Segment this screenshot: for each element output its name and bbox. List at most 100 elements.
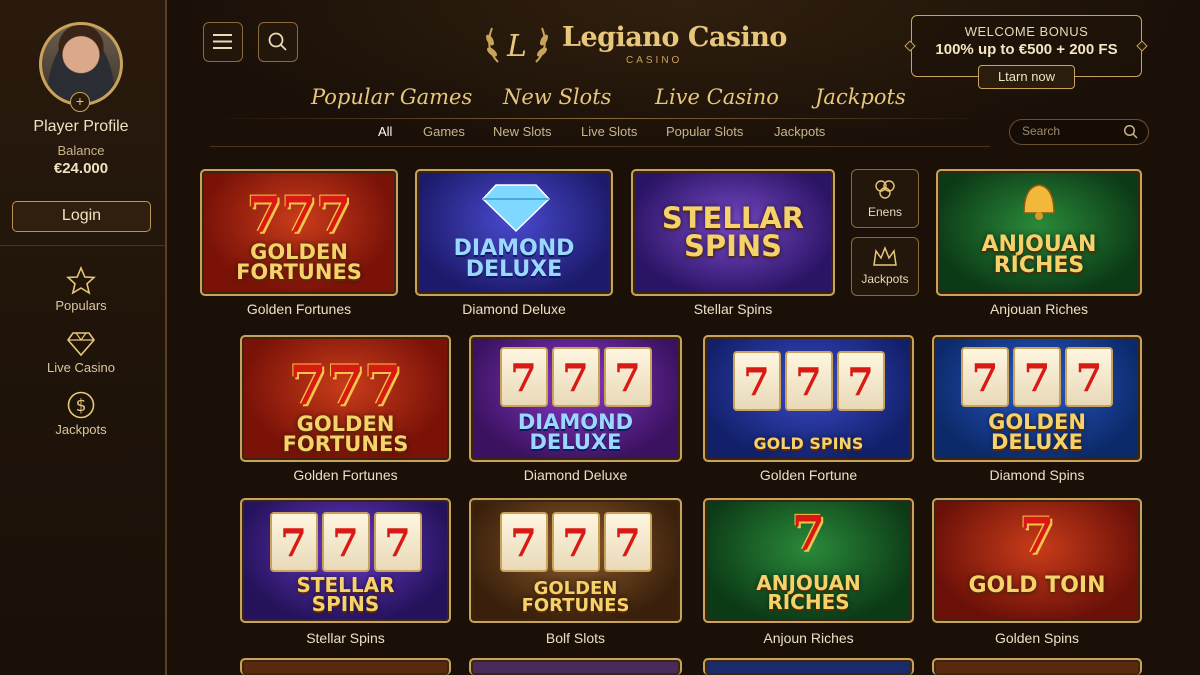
game-art-title: DIAMOND DELUXE [517,410,634,454]
crown-icon [873,245,897,266]
balance-value: €24.000 [53,160,109,177]
game-caption[interactable]: Golden Fortunes [200,301,398,317]
game-card-stellar-spins-2[interactable]: 7 7 7 STELLAR SPINS [240,498,451,623]
star-icon [66,266,96,295]
game-caption[interactable]: Diamond Spins [932,467,1142,483]
casino-logo[interactable]: L Legiano Casino CASINO [478,18,787,70]
game-caption[interactable]: Diamond Deluxe [415,301,613,317]
game-card-golden-deluxe[interactable]: 7 7 7 GOLDEN DELUXE [932,335,1142,462]
bonus-offer: 100% up to €500 + 200 FS [935,41,1118,58]
game-caption[interactable]: Golden Fortunes [240,467,451,483]
search-input[interactable]: Search [1022,124,1060,138]
svg-text:L: L [506,29,527,64]
game-card-golden-fortunes[interactable]: 777 GOLDEN FORTUNES [200,169,398,296]
search-field[interactable]: Search [1009,119,1149,145]
learn-now-button[interactable]: Ltarn now [978,65,1075,89]
bell-icon [1023,184,1055,220]
game-art-title: ANJOUAN RICHES [981,232,1097,278]
game-caption[interactable]: Golden Fortune [703,467,914,483]
game-art-sevens: 777 [246,185,352,244]
reel-row: 7 7 7 [471,512,680,572]
category-enens-button[interactable]: Enens [851,169,919,228]
game-art-title: DIAMOND DELUXE [453,236,575,282]
logo-subtitle: CASINO [626,55,683,66]
menu-button[interactable] [203,22,243,62]
sidebar-item-populars[interactable]: Populars [0,266,162,313]
category-label: Jackpots [861,272,909,286]
game-art-title: GOLDEN FORTUNES [282,412,409,456]
diamond-icon [481,184,551,233]
game-caption[interactable]: Stellar Spins [240,630,451,646]
login-button[interactable]: Login [12,201,151,232]
sidebar-item-label: Jackpots [55,422,107,437]
tab-popular-games[interactable]: Popular Games [311,85,472,109]
add-photo-icon[interactable]: + [70,92,90,112]
filter-games[interactable]: Games [423,124,465,139]
tab-live-casino[interactable]: Live Casino [655,85,779,109]
game-card-partial[interactable] [932,658,1142,675]
game-card-anjoun-riches[interactable]: 7 ANJOUAN RICHES [703,498,914,623]
tab-new-slots[interactable]: New Slots [503,85,611,109]
sidebar-item-live-casino[interactable]: Live Casino [0,328,162,375]
balance-label: Balance [57,143,105,158]
game-caption[interactable]: Diamond Deluxe [469,467,682,483]
game-caption[interactable]: Stellar Spins [631,301,835,317]
reel: 7 [269,512,318,572]
game-card-partial[interactable] [469,658,682,675]
game-card-partial[interactable] [240,658,451,675]
game-art-title: GOLDEN FORTUNES [521,578,630,617]
game-card-diamond-deluxe[interactable]: DIAMOND DELUXE [415,169,613,296]
game-card-bolf-slots[interactable]: 7 7 7 GOLDEN FORTUNES [469,498,682,623]
reel: 7 [499,512,548,572]
game-card-gold-toin[interactable]: 7 GOLD TOIN [932,498,1142,623]
game-card-stellar-spins[interactable]: STELLAR SPINS [631,169,835,296]
search-button[interactable] [258,22,298,62]
game-caption[interactable]: Golden Spins [932,630,1142,646]
game-art-sevens: 777 [289,353,402,417]
filter-all[interactable]: All [378,124,392,139]
game-card-gold-spins[interactable]: 7 7 7 GOLD SPINS [703,335,914,462]
category-jackpots-button[interactable]: Jackpots [851,237,919,296]
reel: 7 [732,351,781,411]
game-art-title: GOLD TOIN [968,573,1106,598]
game-caption[interactable]: Bolf Slots [469,630,682,646]
reel: 7 [784,351,833,411]
laurel-logo-icon: L [486,27,548,64]
reel: 7 [836,351,885,411]
game-card-diamond-deluxe-2[interactable]: 7 7 7 DIAMOND DELUXE [469,335,682,462]
hamburger-icon [213,34,232,49]
game-art-title: GOLD SPINS [753,434,864,453]
svg-text:$: $ [76,396,87,416]
reel-row: 7 7 7 [471,347,680,407]
reel: 7 [603,347,652,407]
game-card-golden-fortunes-2[interactable]: 777 GOLDEN FORTUNES [240,335,451,462]
game-caption[interactable]: Anjoun Riches [703,630,914,646]
filter-live-slots[interactable]: Live Slots [581,124,637,139]
tab-divider [210,118,990,119]
sidebar-item-jackpots[interactable]: $ Jackpots [0,390,162,437]
game-art-title: STELLAR SPINS [661,201,805,263]
reel: 7 [373,512,422,572]
sidebar: + Player Profile Balance €24.000 Login P… [0,0,167,675]
tab-jackpots[interactable]: Jackpots [815,85,906,109]
reel: 7 [551,347,600,407]
filter-jackpots[interactable]: Jackpots [774,124,825,139]
game-art-title: ANJOUAN RICHES [756,571,861,614]
search-icon [1123,124,1138,139]
reel: 7 [1013,347,1061,407]
game-card-partial[interactable] [703,658,914,675]
filter-popular-slots[interactable]: Popular Slots [666,124,743,139]
reel: 7 [1065,347,1113,407]
diamond-icon [66,332,96,357]
reel-row: 7 7 7 [705,351,912,411]
logo-title: Legiano Casino [562,22,787,53]
category-label: Enens [867,205,903,219]
game-caption[interactable]: Anjouan Riches [936,301,1142,317]
search-icon [268,32,287,51]
game-art-title: GOLDEN DELUXE [988,410,1086,454]
filter-underline [210,146,990,147]
profile-name[interactable]: Player Profile [0,118,162,136]
game-card-anjouan-riches[interactable]: ANJOUAN RICHES [936,169,1142,296]
filter-new-slots[interactable]: New Slots [493,124,552,139]
game-art-sevens: 7 [1019,506,1055,565]
